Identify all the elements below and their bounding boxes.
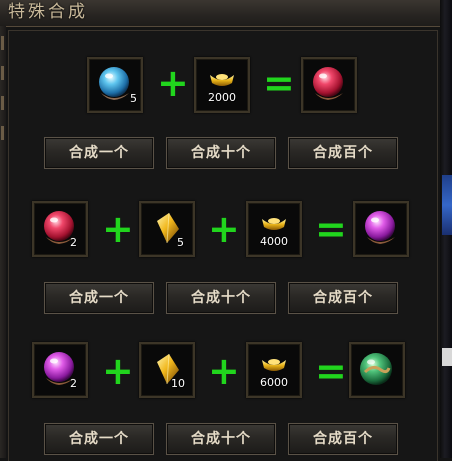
synthesize-ten-button[interactable]: 合成十个 (166, 282, 276, 314)
synthesize-one-button[interactable]: 合成一个 (44, 423, 154, 455)
window-title: 特殊合成 (8, 2, 88, 22)
synthesize-hundred-button[interactable]: 合成百个 (288, 137, 398, 169)
synthesize-one-button[interactable]: 合成一个 (44, 282, 154, 314)
ingredient-slot[interactable]: 5 (87, 57, 143, 113)
ingredient-count: 2000 (208, 91, 236, 104)
synthesize-ten-button[interactable]: 合成十个 (166, 137, 276, 169)
synthesize-one-button[interactable]: 合成一个 (44, 137, 154, 169)
ingredient-count: 10 (171, 377, 185, 390)
frame-ornament (1, 126, 4, 140)
synthesize-ten-button[interactable]: 合成十个 (166, 423, 276, 455)
scroll-thumb[interactable] (442, 175, 452, 235)
ingredient-slot[interactable]: 10 (139, 342, 195, 398)
synthesize-hundred-button[interactable]: 合成百个 (288, 282, 398, 314)
ingredient-count: 2 (70, 236, 77, 249)
frame-ornament (1, 66, 4, 80)
ingredient-slot[interactable]: 2000 (194, 57, 250, 113)
equals-sign: = (315, 349, 347, 393)
right-scroll-strip[interactable] (440, 0, 452, 458)
plus-sign: + (208, 349, 240, 393)
green-orb-icon (360, 353, 392, 385)
ingredient-count: 5 (177, 236, 184, 249)
ingredient-slot[interactable]: 6000 (246, 342, 302, 398)
ingredient-slot[interactable]: 4000 (246, 201, 302, 257)
plus-sign: + (208, 207, 240, 251)
red-orb-icon (313, 67, 343, 100)
plus-sign: + (157, 61, 189, 105)
ingredient-slot[interactable]: 2 (32, 201, 88, 257)
result-slot[interactable] (301, 57, 357, 113)
left-frame (0, 26, 6, 458)
result-slot[interactable] (349, 342, 405, 398)
ingredient-count: 2 (70, 377, 77, 390)
synthesize-hundred-button[interactable]: 合成百个 (288, 423, 398, 455)
ingredient-count: 5 (130, 92, 137, 105)
plus-sign: + (102, 207, 134, 251)
ingredient-count: 4000 (260, 235, 288, 248)
purple-orb-icon (365, 211, 395, 244)
result-slot[interactable] (353, 201, 409, 257)
plus-sign: + (102, 349, 134, 393)
ingredient-count: 6000 (260, 376, 288, 389)
equals-sign: = (315, 207, 347, 251)
scroll-marker (442, 348, 452, 366)
ingredient-slot[interactable]: 5 (139, 201, 195, 257)
frame-ornament (1, 36, 4, 50)
window-titlebar: 特殊合成 (0, 0, 440, 27)
ingredient-slot[interactable]: 2 (32, 342, 88, 398)
frame-ornament (1, 96, 4, 110)
equals-sign: = (263, 61, 295, 105)
